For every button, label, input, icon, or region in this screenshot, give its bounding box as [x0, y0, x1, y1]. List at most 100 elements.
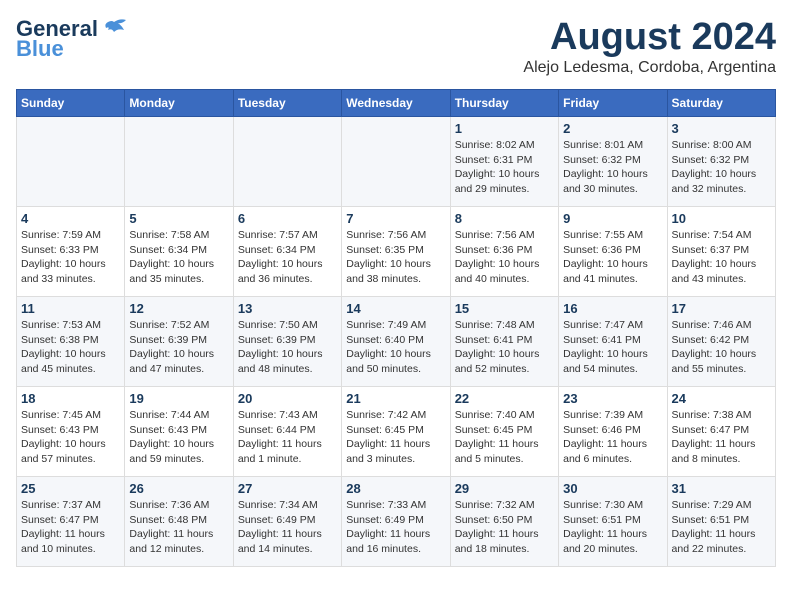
- day-number: 30: [563, 481, 662, 496]
- day-info: Sunrise: 7:36 AMSunset: 6:48 PMDaylight:…: [129, 498, 228, 557]
- day-number: 3: [672, 121, 771, 136]
- calendar-cell: 11 Sunrise: 7:53 AMSunset: 6:38 PMDayligh…: [17, 297, 125, 387]
- day-info: Sunrise: 7:49 AMSunset: 6:40 PMDaylight:…: [346, 318, 445, 377]
- day-number: 22: [455, 391, 554, 406]
- day-number: 5: [129, 211, 228, 226]
- calendar-cell: 1 Sunrise: 8:02 AMSunset: 6:31 PMDaylight…: [450, 117, 558, 207]
- day-info: Sunrise: 7:44 AMSunset: 6:43 PMDaylight:…: [129, 408, 228, 467]
- day-number: 31: [672, 481, 771, 496]
- day-info: Sunrise: 7:46 AMSunset: 6:42 PMDaylight:…: [672, 318, 771, 377]
- calendar-header-row: SundayMondayTuesdayWednesdayThursdayFrid…: [17, 90, 776, 117]
- day-number: 9: [563, 211, 662, 226]
- calendar-cell: 2 Sunrise: 8:01 AMSunset: 6:32 PMDaylight…: [559, 117, 667, 207]
- day-number: 4: [21, 211, 120, 226]
- day-number: 11: [21, 301, 120, 316]
- page-title: August 2024: [523, 16, 776, 59]
- day-info: Sunrise: 7:54 AMSunset: 6:37 PMDaylight:…: [672, 228, 771, 287]
- day-number: 13: [238, 301, 337, 316]
- calendar-cell: 8Sunrise: 7:56 AMSunset: 6:36 PMDaylight…: [450, 207, 558, 297]
- day-info: Sunrise: 7:47 AMSunset: 6:41 PMDaylight:…: [563, 318, 662, 377]
- calendar-cell: 15 Sunrise: 7:48 AMSunset: 6:41 PMDayligh…: [450, 297, 558, 387]
- day-number: 20: [238, 391, 337, 406]
- calendar-cell: 26 Sunrise: 7:36 AMSunset: 6:48 PMDayligh…: [125, 477, 233, 567]
- day-number: 29: [455, 481, 554, 496]
- calendar-cell: 20 Sunrise: 7:43 AMSunset: 6:44 PMDayligh…: [233, 387, 341, 477]
- header-saturday: Saturday: [667, 90, 775, 117]
- header-friday: Friday: [559, 90, 667, 117]
- calendar-cell: 21Sunrise: 7:42 AMSunset: 6:45 PMDayligh…: [342, 387, 450, 477]
- header-sunday: Sunday: [17, 90, 125, 117]
- day-number: 15: [455, 301, 554, 316]
- day-number: 24: [672, 391, 771, 406]
- day-number: 16: [563, 301, 662, 316]
- calendar-cell: 17Sunrise: 7:46 AMSunset: 6:42 PMDayligh…: [667, 297, 775, 387]
- day-info: Sunrise: 8:02 AMSunset: 6:31 PMDaylight:…: [455, 138, 554, 197]
- calendar-cell: [233, 117, 341, 207]
- calendar-cell: 3Sunrise: 8:00 AMSunset: 6:32 PMDaylight…: [667, 117, 775, 207]
- calendar-cell: 14 Sunrise: 7:49 AMSunset: 6:40 PMDayligh…: [342, 297, 450, 387]
- day-info: Sunrise: 7:58 AMSunset: 6:34 PMDaylight:…: [129, 228, 228, 287]
- calendar-cell: 22Sunrise: 7:40 AMSunset: 6:45 PMDayligh…: [450, 387, 558, 477]
- calendar-week-row: 18 Sunrise: 7:45 AMSunset: 6:43 PMDayligh…: [17, 387, 776, 477]
- calendar-cell: 13 Sunrise: 7:50 AMSunset: 6:39 PMDayligh…: [233, 297, 341, 387]
- header-wednesday: Wednesday: [342, 90, 450, 117]
- day-info: Sunrise: 7:39 AMSunset: 6:46 PMDaylight:…: [563, 408, 662, 467]
- calendar-cell: 18 Sunrise: 7:45 AMSunset: 6:43 PMDayligh…: [17, 387, 125, 477]
- calendar-table: SundayMondayTuesdayWednesdayThursdayFrid…: [16, 89, 776, 567]
- day-info: Sunrise: 7:43 AMSunset: 6:44 PMDaylight:…: [238, 408, 337, 467]
- calendar-cell: 19Sunrise: 7:44 AMSunset: 6:43 PMDayligh…: [125, 387, 233, 477]
- day-info: Sunrise: 7:57 AMSunset: 6:34 PMDaylight:…: [238, 228, 337, 287]
- logo-bird-icon: [100, 18, 128, 40]
- calendar-cell: 27 Sunrise: 7:34 AMSunset: 6:49 PMDayligh…: [233, 477, 341, 567]
- calendar-cell: 25 Sunrise: 7:37 AMSunset: 6:47 PMDayligh…: [17, 477, 125, 567]
- day-info: Sunrise: 7:48 AMSunset: 6:41 PMDaylight:…: [455, 318, 554, 377]
- calendar-cell: [17, 117, 125, 207]
- day-info: Sunrise: 7:55 AMSunset: 6:36 PMDaylight:…: [563, 228, 662, 287]
- calendar-cell: 24 Sunrise: 7:38 AMSunset: 6:47 PMDayligh…: [667, 387, 775, 477]
- day-number: 21: [346, 391, 445, 406]
- day-number: 6: [238, 211, 337, 226]
- day-number: 14: [346, 301, 445, 316]
- day-info: Sunrise: 7:32 AMSunset: 6:50 PMDaylight:…: [455, 498, 554, 557]
- calendar-cell: 7 Sunrise: 7:56 AMSunset: 6:35 PMDaylight…: [342, 207, 450, 297]
- header-monday: Monday: [125, 90, 233, 117]
- calendar-cell: 5 Sunrise: 7:58 AMSunset: 6:34 PMDaylight…: [125, 207, 233, 297]
- calendar-cell: [125, 117, 233, 207]
- day-number: 1: [455, 121, 554, 136]
- header-thursday: Thursday: [450, 90, 558, 117]
- calendar-week-row: 11 Sunrise: 7:53 AMSunset: 6:38 PMDayligh…: [17, 297, 776, 387]
- logo: General Blue: [16, 16, 128, 62]
- calendar-cell: 6 Sunrise: 7:57 AMSunset: 6:34 PMDaylight…: [233, 207, 341, 297]
- day-info: Sunrise: 7:37 AMSunset: 6:47 PMDaylight:…: [21, 498, 120, 557]
- calendar-cell: 10 Sunrise: 7:54 AMSunset: 6:37 PMDayligh…: [667, 207, 775, 297]
- day-info: Sunrise: 7:53 AMSunset: 6:38 PMDaylight:…: [21, 318, 120, 377]
- day-info: Sunrise: 7:29 AMSunset: 6:51 PMDaylight:…: [672, 498, 771, 557]
- day-number: 28: [346, 481, 445, 496]
- calendar-cell: 31 Sunrise: 7:29 AMSunset: 6:51 PMDayligh…: [667, 477, 775, 567]
- page-subtitle: Alejo Ledesma, Cordoba, Argentina: [523, 59, 776, 77]
- day-number: 18: [21, 391, 120, 406]
- calendar-week-row: 4 Sunrise: 7:59 AMSunset: 6:33 PMDaylight…: [17, 207, 776, 297]
- calendar-cell: 12Sunrise: 7:52 AMSunset: 6:39 PMDayligh…: [125, 297, 233, 387]
- day-info: Sunrise: 7:59 AMSunset: 6:33 PMDaylight:…: [21, 228, 120, 287]
- day-info: Sunrise: 7:45 AMSunset: 6:43 PMDaylight:…: [21, 408, 120, 467]
- day-number: 23: [563, 391, 662, 406]
- calendar-cell: [342, 117, 450, 207]
- day-number: 2: [563, 121, 662, 136]
- day-number: 26: [129, 481, 228, 496]
- day-number: 10: [672, 211, 771, 226]
- calendar-cell: 9 Sunrise: 7:55 AMSunset: 6:36 PMDaylight…: [559, 207, 667, 297]
- day-info: Sunrise: 7:52 AMSunset: 6:39 PMDaylight:…: [129, 318, 228, 377]
- day-info: Sunrise: 7:50 AMSunset: 6:39 PMDaylight:…: [238, 318, 337, 377]
- day-info: Sunrise: 8:01 AMSunset: 6:32 PMDaylight:…: [563, 138, 662, 197]
- logo-blue: Blue: [16, 36, 64, 62]
- day-number: 25: [21, 481, 120, 496]
- day-number: 7: [346, 211, 445, 226]
- day-info: Sunrise: 7:34 AMSunset: 6:49 PMDaylight:…: [238, 498, 337, 557]
- day-number: 27: [238, 481, 337, 496]
- calendar-cell: 29 Sunrise: 7:32 AMSunset: 6:50 PMDayligh…: [450, 477, 558, 567]
- calendar-week-row: 25 Sunrise: 7:37 AMSunset: 6:47 PMDayligh…: [17, 477, 776, 567]
- day-info: Sunrise: 7:56 AMSunset: 6:36 PMDaylight:…: [455, 228, 554, 287]
- day-info: Sunrise: 7:38 AMSunset: 6:47 PMDaylight:…: [672, 408, 771, 467]
- day-info: Sunrise: 7:56 AMSunset: 6:35 PMDaylight:…: [346, 228, 445, 287]
